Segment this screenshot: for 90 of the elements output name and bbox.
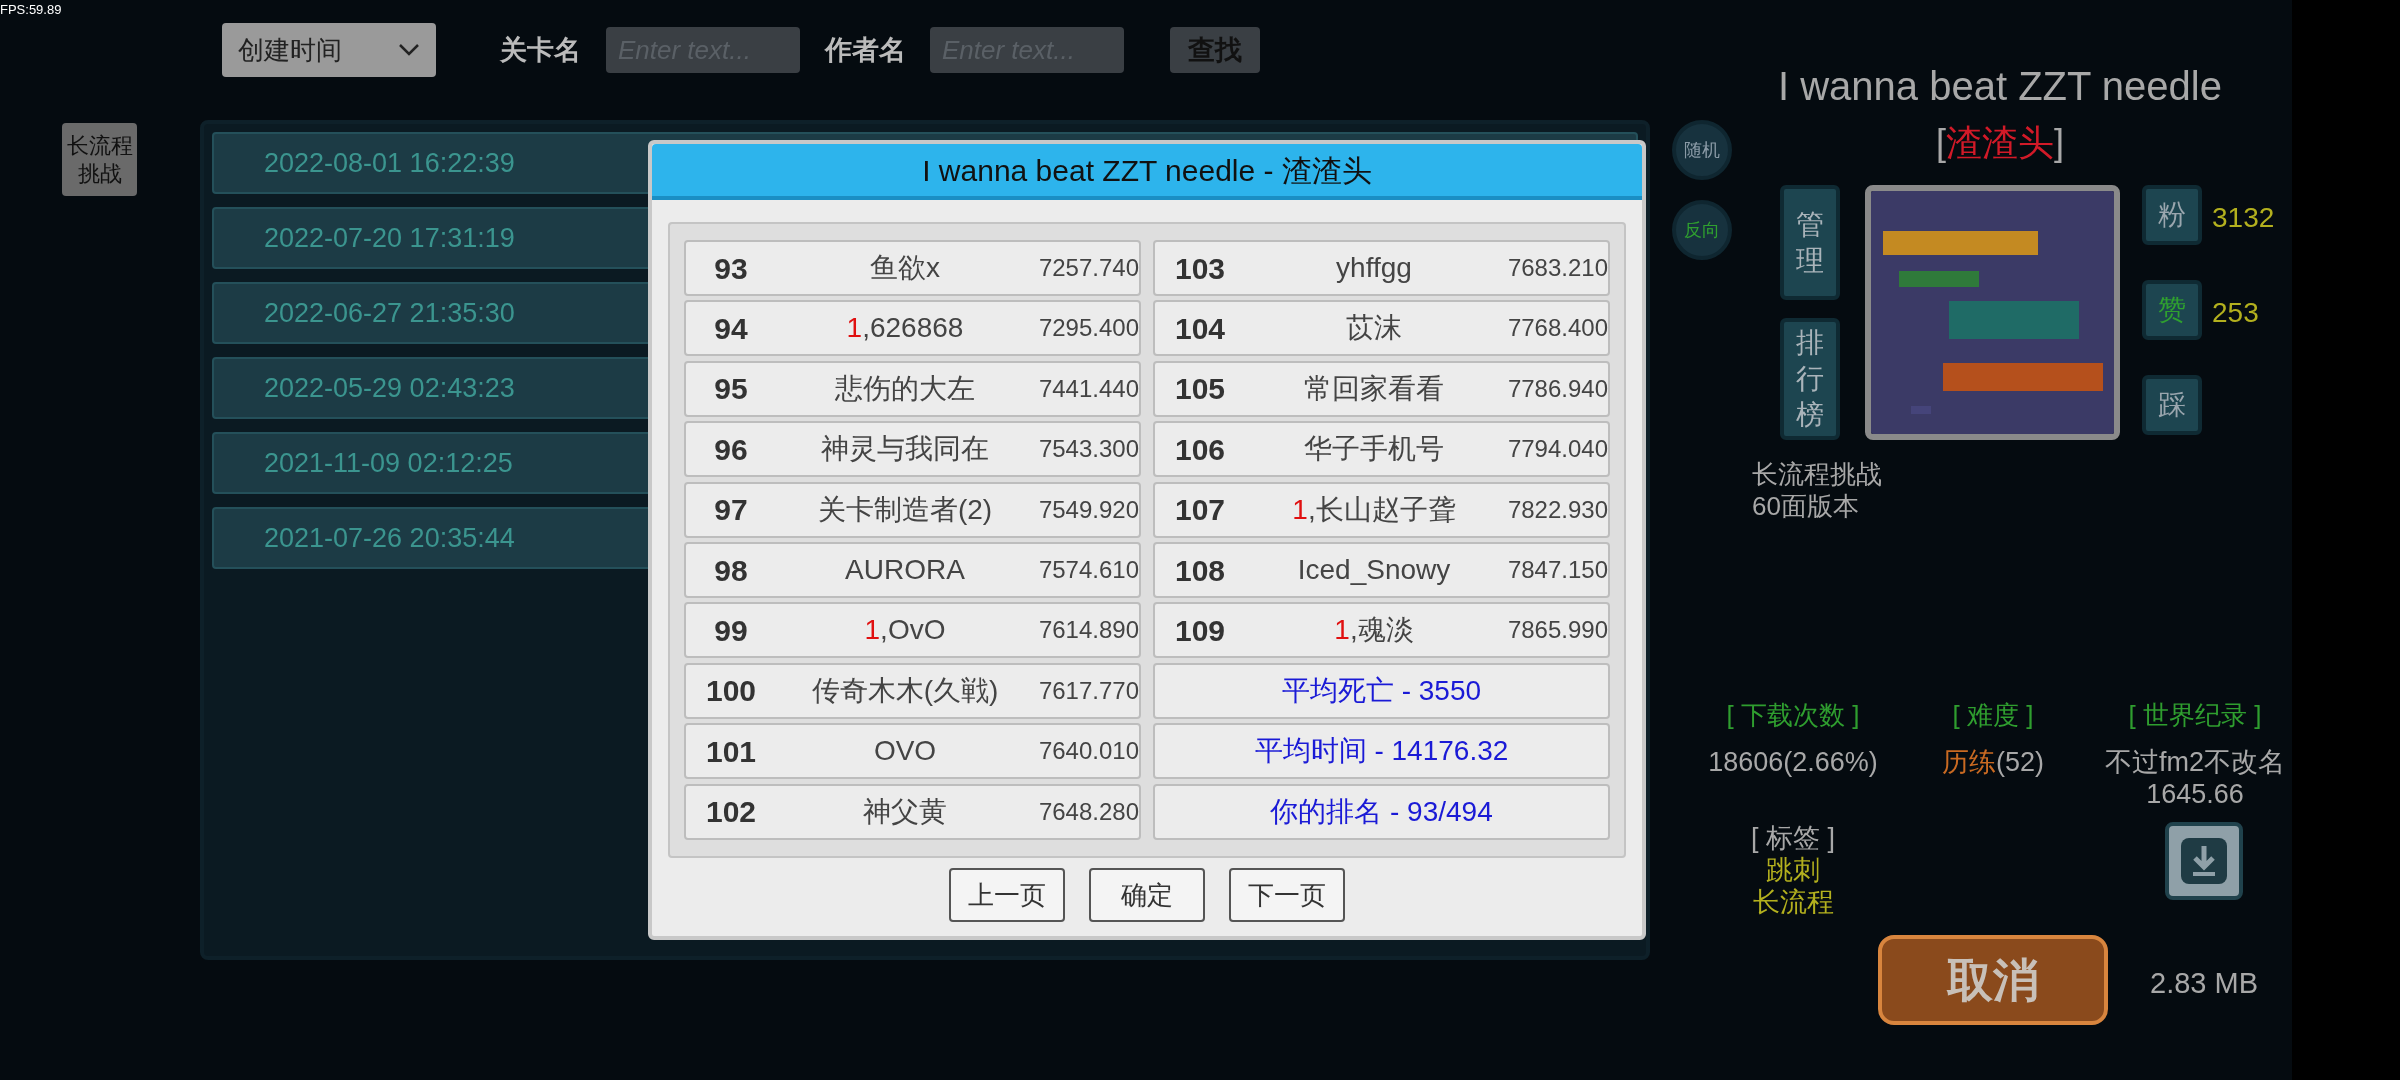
- stat-label: [ 世界纪录 ]: [2128, 699, 2262, 732]
- clear-time: 7865.990: [1506, 615, 1608, 646]
- page-button[interactable]: 确定: [1089, 868, 1205, 922]
- author-name: [渣渣头]: [1936, 121, 2064, 165]
- counter-value: 3132: [2212, 201, 2275, 235]
- counter-button[interactable]: 踩: [2142, 375, 2202, 435]
- clear-time: 7614.890: [1037, 615, 1139, 646]
- clear-time: 7847.150: [1506, 555, 1608, 585]
- rank-number: 96: [713, 431, 749, 468]
- clear-time: 7257.740: [1037, 253, 1139, 283]
- clear-time: 7549.920: [1037, 494, 1139, 525]
- rank-number: 104: [1173, 310, 1227, 347]
- clear-time: 7648.280: [1037, 796, 1139, 827]
- level-name-label: 关卡名: [500, 34, 581, 67]
- clear-time: 7683.210: [1506, 253, 1608, 283]
- sort-dropdown[interactable]: 创建时间: [222, 23, 436, 77]
- player-name: 神父黄: [862, 794, 948, 829]
- counter-button[interactable]: 赞: [2142, 280, 2202, 340]
- author-name-label: 作者名: [825, 34, 906, 67]
- rank-number: 106: [1173, 431, 1227, 468]
- page-button[interactable]: 上一页: [949, 868, 1065, 922]
- rank-number: 108: [1173, 552, 1227, 589]
- vertical-button[interactable]: 管理: [1780, 185, 1840, 300]
- round-toggle-button[interactable]: 随机: [1672, 120, 1732, 180]
- clear-time: 7543.300: [1037, 434, 1139, 465]
- clear-time: 7574.610: [1037, 555, 1139, 585]
- tag-label: 长流程: [1752, 886, 1834, 919]
- rank-number: 93: [713, 250, 749, 287]
- clear-time: 7768.400: [1506, 313, 1608, 344]
- rank-number: 105: [1173, 371, 1227, 408]
- long-challenge-button[interactable]: 长流程挑战: [62, 123, 137, 196]
- counter-value: 253: [2212, 296, 2259, 330]
- player-name: 常回家看看: [1303, 371, 1445, 406]
- player-name: yhffgg: [1335, 251, 1413, 285]
- summary-row: 平均时间 - 14176.32: [1153, 723, 1610, 780]
- rank-number: 109: [1173, 612, 1227, 649]
- rank-number: 95: [713, 371, 749, 408]
- record-time: 1645.66: [2146, 778, 2244, 811]
- download-count: 18606(2.66%): [1708, 746, 1878, 779]
- summary-row: 你的排名 - 93/494: [1153, 783, 1610, 840]
- clear-time: 7786.940: [1506, 373, 1608, 404]
- clear-time: 7822.930: [1506, 494, 1608, 525]
- player-name: 关卡制造者(2): [816, 492, 994, 527]
- rank-number: 99: [713, 612, 749, 649]
- player-name: 鱼欲x: [869, 251, 941, 285]
- chevron-down-icon: [398, 43, 420, 57]
- player-name: 苡沫: [1345, 311, 1403, 346]
- rank-number: 107: [1173, 492, 1227, 529]
- level-description: 长流程挑战 60面版本: [1752, 458, 1882, 522]
- clear-time: 7441.440: [1037, 373, 1139, 404]
- player-name: 1,魂淡: [1333, 613, 1415, 648]
- rank-number: 98: [713, 552, 749, 589]
- player-name: 1,OvO: [863, 613, 947, 648]
- clear-time: 7794.040: [1506, 434, 1608, 465]
- cancel-button[interactable]: 取消: [1878, 935, 2108, 1025]
- player-name: OVO: [872, 734, 938, 769]
- dialog-title: I wanna beat ZZT needle - 渣渣头: [652, 144, 1642, 200]
- counter-button[interactable]: 粉: [2142, 185, 2202, 245]
- rank-number: 97: [713, 492, 749, 529]
- level-title: I wanna beat ZZT needle: [1777, 63, 2223, 110]
- player-name: 1,626868: [845, 311, 965, 346]
- fps-counter: FPS:59.89: [0, 1, 62, 19]
- page-button[interactable]: 下一页: [1229, 868, 1345, 922]
- clear-time: 7640.010: [1037, 736, 1139, 767]
- player-name: AURORA: [844, 553, 966, 587]
- rank-number: 102: [704, 794, 758, 831]
- player-name: Iced_Snowy: [1296, 553, 1452, 587]
- file-size: 2.83 MB: [2150, 966, 2258, 1001]
- player-name: 悲伤的大左: [834, 371, 976, 406]
- tag-label: 跳刺: [1766, 854, 1820, 887]
- player-name: 传奇木木(久戦): [810, 673, 1000, 708]
- stat-label: [ 下载次数 ]: [1726, 699, 1860, 732]
- clear-time: 7617.770: [1037, 675, 1139, 706]
- round-toggle-button[interactable]: 反向: [1672, 200, 1732, 260]
- summary-row: 平均死亡 - 3550: [1153, 662, 1610, 719]
- player-name: 华子手机号: [1303, 432, 1445, 467]
- rank-number: 101: [704, 733, 758, 770]
- vertical-button[interactable]: 排行榜: [1780, 318, 1840, 440]
- clear-time: 7295.400: [1037, 313, 1139, 344]
- download-icon: [2179, 836, 2229, 886]
- download-button[interactable]: [2165, 822, 2243, 900]
- player-name: 神灵与我同在: [820, 432, 990, 467]
- difficulty-value: 历练(52): [1942, 746, 2044, 779]
- record-holder: 不过fm2不改名: [2105, 746, 2285, 779]
- player-name: 1,长山赵子聋: [1291, 492, 1457, 527]
- rank-number: 100: [704, 673, 758, 710]
- stat-label: [ 难度 ]: [1952, 699, 2034, 732]
- rank-number: 94: [713, 310, 749, 347]
- rank-number: 103: [1173, 250, 1227, 287]
- tags-label: [ 标签 ]: [1751, 822, 1835, 855]
